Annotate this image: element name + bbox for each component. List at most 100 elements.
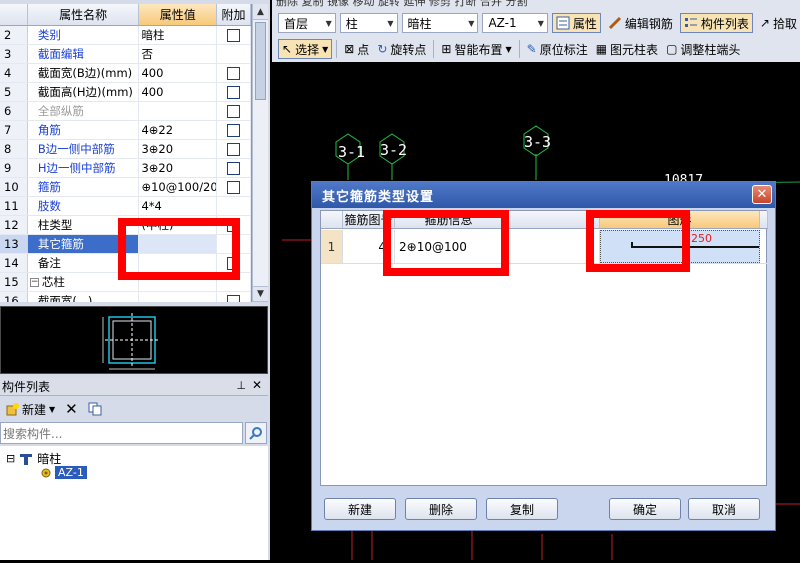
row-value[interactable]: 4⊕22 [139, 121, 218, 139]
extra-checkbox[interactable] [227, 123, 241, 137]
row-name[interactable]: 截面宽(B边)(mm) [28, 64, 140, 82]
property-scrollbar[interactable]: ▲ ▼ [252, 4, 268, 302]
copy-button[interactable]: 复制 [486, 498, 558, 520]
scroll-up-icon[interactable]: ▲ [253, 4, 268, 20]
select-label: 选择 [295, 42, 320, 57]
extra-checkbox[interactable] [227, 142, 241, 156]
close-icon[interactable]: ✕ [252, 378, 262, 392]
tree-expander-icon[interactable]: ⊟ [6, 452, 15, 465]
row-extra [217, 178, 251, 196]
row-value[interactable]: 暗柱 [139, 26, 218, 44]
header-name[interactable]: 属性名称 [28, 4, 140, 25]
component-list-toolbar: 新建 ▼ ✕ [0, 398, 268, 420]
table-row[interactable]: 5 截面高(H边)(mm) 400 [0, 83, 251, 102]
cancel-button[interactable]: 取消 [688, 498, 760, 520]
rotate-point-label: 旋转点 [390, 42, 427, 57]
adjust-head-button[interactable]: ▢ 调整柱端头 [663, 39, 743, 59]
row-value[interactable]: 3⊕20 [139, 140, 218, 158]
component-list-button[interactable]: 构件列表 [679, 13, 753, 33]
point-button[interactable]: ⊠ 点 [341, 39, 372, 59]
row-name[interactable]: H边一侧中部筋 [28, 159, 140, 177]
row-name[interactable]: 全部纵筋 [28, 102, 140, 120]
category-value: 柱 [345, 16, 358, 31]
column-type-icon [20, 453, 33, 465]
header-extra[interactable]: 附加 [217, 4, 251, 25]
copy-icon[interactable] [85, 399, 105, 419]
row-value[interactable]: 3⊕20 [139, 159, 218, 177]
dialog-close-icon[interactable]: ✕ [752, 185, 772, 204]
scroll-thumb[interactable] [255, 22, 266, 100]
edit-toolbar-cut: 删除 复制 镜像 移动 旋转 延伸 修剪 打断 合并 分割 [272, 0, 800, 8]
type-value: 暗柱 [407, 16, 432, 31]
new-button[interactable]: 新建 [324, 498, 396, 520]
row-value[interactable]: 400 [139, 64, 218, 82]
scroll-down-icon[interactable]: ▼ [253, 286, 268, 302]
row-name-label: 芯柱 [41, 275, 65, 289]
graphic-table-button[interactable]: ▦ 图元柱表 [593, 39, 661, 59]
row-value[interactable]: 400 [139, 83, 218, 101]
point-icon: ⊠ [344, 42, 355, 56]
tree-item-az1[interactable]: AZ-1 [40, 466, 87, 479]
floor-select[interactable]: 首层 ▼ [278, 13, 336, 33]
extra-checkbox[interactable] [227, 85, 241, 99]
table-row[interactable]: 16 截面宽(...) [0, 292, 251, 302]
pin-icon[interactable]: ⊥ [236, 379, 246, 392]
component-select[interactable]: AZ-1 ▼ [482, 13, 548, 33]
component-search-input[interactable]: 搜索构件... [0, 422, 243, 444]
row-name-label: 箍筋 [37, 180, 61, 194]
header-value[interactable]: 属性值 [139, 4, 218, 25]
edit-rebar-button[interactable]: 编辑钢筋 [605, 13, 676, 33]
delete-icon[interactable]: ✕ [62, 399, 81, 419]
row-name[interactable]: 箍筋 [28, 178, 140, 196]
dialog-titlebar[interactable]: 其它箍筋类型设置 [312, 182, 775, 208]
table-row[interactable]: 8 B边一侧中部筋 3⊕20 [0, 140, 251, 159]
ok-button[interactable]: 确定 [609, 498, 681, 520]
row-value[interactable]: ⊕10@100/200 [139, 178, 218, 196]
search-icon[interactable] [245, 422, 267, 444]
component-list-title: 构件列表 [2, 380, 51, 394]
extra-checkbox[interactable] [227, 180, 241, 194]
extra-checkbox[interactable] [227, 294, 241, 302]
pick-button[interactable]: ↗ 拾取 [757, 13, 800, 33]
row-value[interactable]: 否 [139, 45, 218, 63]
table-row[interactable]: 3 截面编辑 否 [0, 45, 251, 64]
row-name[interactable]: 截面宽(...) [28, 292, 140, 302]
category-select[interactable]: 柱 ▼ [339, 13, 398, 33]
row-num: 10 [0, 178, 28, 196]
column-section-preview [102, 313, 159, 370]
origin-mark-button[interactable]: ✎ 原位标注 [524, 39, 591, 59]
row-value[interactable] [139, 102, 218, 120]
grid-icon: ⊞ [441, 42, 452, 56]
rotate-point-button[interactable]: ↻ 旋转点 [374, 39, 429, 59]
type-select[interactable]: 暗柱 ▼ [401, 13, 479, 33]
expander-icon[interactable]: − [29, 277, 39, 287]
row-name[interactable]: 截面编辑 [28, 45, 140, 63]
table-row[interactable]: 4 截面宽(B边)(mm) 400 [0, 64, 251, 83]
property-button[interactable]: 属性 [551, 13, 601, 33]
table-row[interactable]: 10 箍筋 ⊕10@100/200 [0, 178, 251, 197]
table-row[interactable]: 7 角筋 4⊕22 [0, 121, 251, 140]
table-row[interactable]: 2 类别 暗柱 [0, 26, 251, 45]
chevron-down-icon[interactable]: ▼ [49, 405, 55, 414]
table-row[interactable]: 6 全部纵筋 [0, 102, 251, 121]
new-component-button[interactable]: 新建 ▼ [2, 399, 58, 419]
smart-layout-button[interactable]: ⊞ 智能布置 ▼ [438, 39, 514, 59]
row-value[interactable]: 4*4 [139, 197, 218, 215]
extra-checkbox[interactable] [227, 104, 241, 118]
row-value[interactable] [139, 292, 218, 302]
extra-checkbox[interactable] [227, 66, 241, 80]
extra-checkbox[interactable] [227, 28, 241, 42]
origin-mark-label: 原位标注 [539, 42, 588, 57]
delete-button[interactable]: 删除 [405, 498, 477, 520]
tree-root[interactable]: ⊟ 暗柱 [6, 450, 61, 467]
table-row[interactable]: 11 肢数 4*4 [0, 197, 251, 216]
row-name[interactable]: 肢数 [28, 197, 140, 215]
row-name-label: 类别 [37, 28, 61, 42]
table-row[interactable]: 9 H边一侧中部筋 3⊕20 [0, 159, 251, 178]
row-name[interactable]: 类别 [28, 26, 140, 44]
row-name[interactable]: B边一侧中部筋 [28, 140, 140, 158]
select-button[interactable]: ↖ 选择 ▼ [278, 39, 333, 59]
row-name[interactable]: 角筋 [28, 121, 140, 139]
extra-checkbox[interactable] [227, 161, 241, 175]
row-name[interactable]: 截面高(H边)(mm) [28, 83, 140, 101]
